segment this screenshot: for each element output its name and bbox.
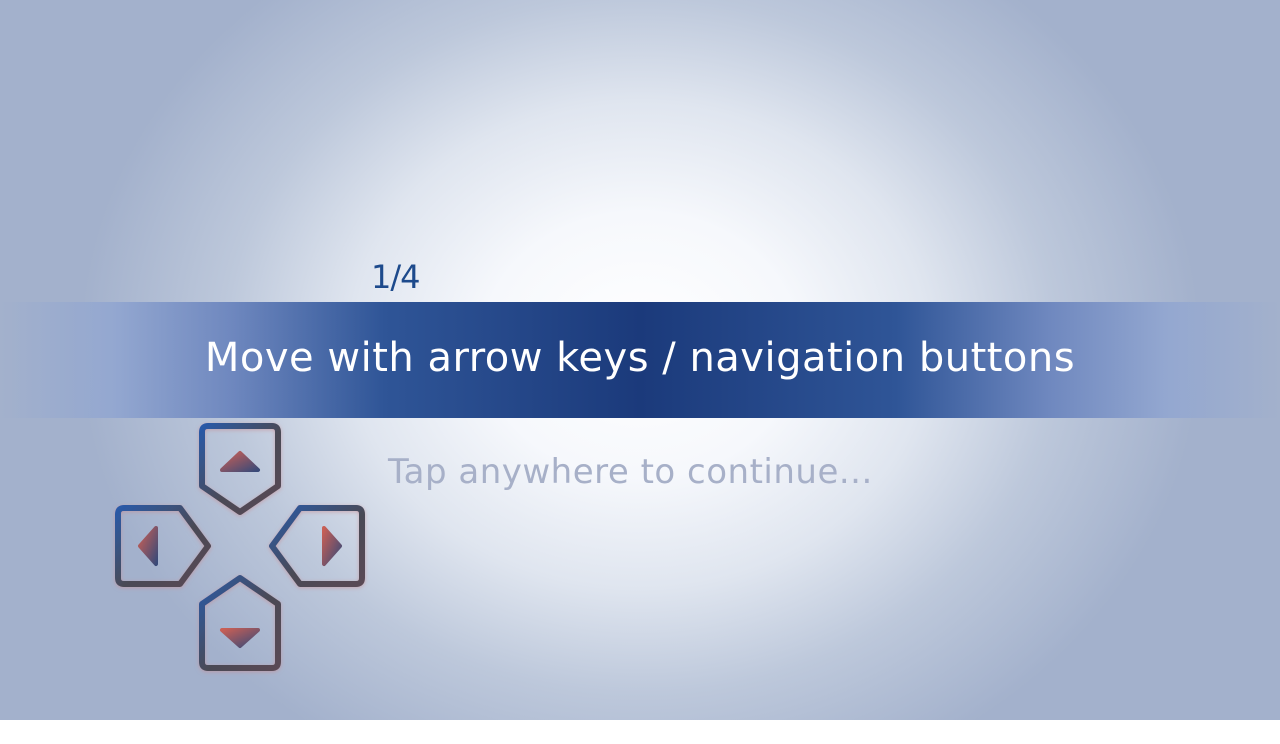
dpad: [100, 410, 380, 680]
right-arrow-icon: [322, 526, 342, 566]
up-arrow-icon: [220, 451, 260, 472]
step-counter: 1/4: [371, 258, 420, 296]
instruction-banner: Move with arrow keys / navigation button…: [0, 302, 1280, 418]
down-arrow-key[interactable]: [198, 574, 282, 672]
up-arrow-key[interactable]: [198, 420, 282, 516]
down-arrow-icon: [220, 628, 260, 648]
instruction-text: Move with arrow keys / navigation button…: [204, 335, 1076, 381]
left-arrow-icon: [138, 526, 158, 566]
continue-hint: Tap anywhere to continue...: [388, 452, 873, 492]
tutorial-screen[interactable]: 1/4 Move with arrow keys / navigation bu…: [0, 0, 1280, 720]
